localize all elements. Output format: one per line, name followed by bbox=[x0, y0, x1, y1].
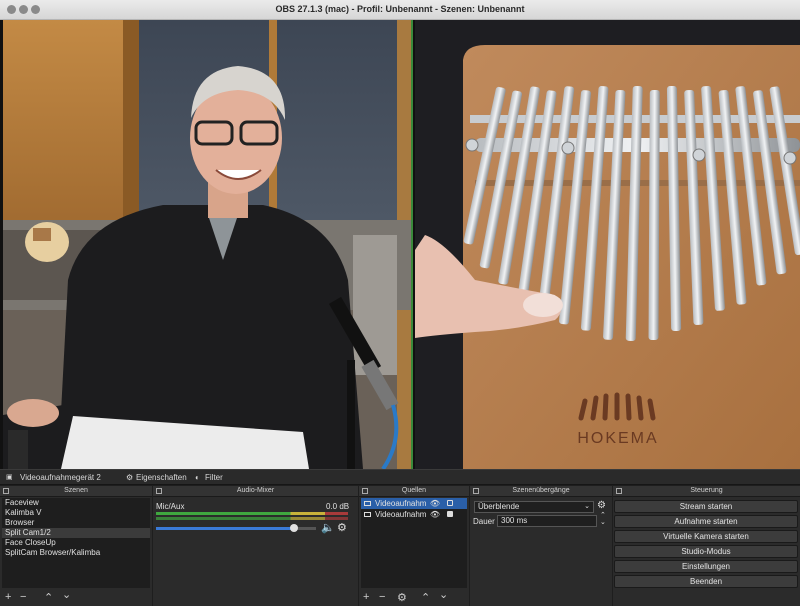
gear-icon[interactable]: ⚙ bbox=[126, 473, 133, 482]
preview-canvas[interactable]: HOKEMA bbox=[0, 20, 800, 469]
duration-field[interactable]: 300 ms bbox=[497, 515, 597, 527]
duration-label: Dauer bbox=[473, 517, 495, 526]
filter-button[interactable]: Filter bbox=[205, 473, 223, 482]
start-stream-button[interactable]: Stream starten bbox=[614, 500, 798, 513]
audio-channel-name: Mic/Aux bbox=[156, 502, 185, 511]
chevron-down-icon: ⌄ bbox=[584, 503, 590, 510]
sources-title: Quellen bbox=[401, 487, 427, 494]
stepper-arrows-icon[interactable]: ⌃ ⌄ bbox=[600, 512, 606, 526]
source-item-label: Videoaufnahm bbox=[375, 499, 427, 508]
scene-item[interactable]: Kalimba V bbox=[2, 508, 150, 518]
hokema-logo-text: HOKEMA bbox=[577, 430, 658, 447]
gear-icon[interactable]: ⚙ bbox=[337, 521, 347, 534]
window-title: OBS 27.1.3 (mac) - Profil: Unbenannt - S… bbox=[275, 4, 525, 14]
scenes-title: Szenen bbox=[64, 487, 88, 494]
source-list: Videoaufnahm 👁 Videoaufnahm 👁 bbox=[361, 498, 467, 588]
audio-level-readout: 0.0 dB bbox=[326, 502, 350, 511]
audio-mixer-header: Audio-Mixer bbox=[153, 486, 358, 497]
scene-item[interactable]: Browser bbox=[2, 518, 150, 528]
scene-item-selected[interactable]: Split Cam1/2 bbox=[2, 528, 150, 538]
source-item-label: Videoaufnahm bbox=[375, 510, 427, 519]
selected-source-name: Videoaufnahmegerät 2 bbox=[20, 473, 101, 482]
studio-mode-button[interactable]: Studio-Modus bbox=[614, 545, 798, 558]
start-recording-button[interactable]: Aufnahme starten bbox=[614, 515, 798, 528]
scenes-header: Szenen bbox=[0, 486, 152, 497]
settings-button[interactable]: Einstellungen bbox=[614, 560, 798, 573]
scenes-dock: Szenen Faceview Kalimba V Browser Split … bbox=[0, 486, 152, 606]
dock-float-icon[interactable] bbox=[473, 488, 479, 494]
remove-source-icon[interactable]: − bbox=[379, 591, 385, 603]
camera-icon: ▣ bbox=[6, 474, 13, 481]
audio-meter-bar bbox=[156, 512, 348, 515]
source-item[interactable]: Videoaufnahm 👁 bbox=[361, 509, 467, 520]
lock-icon[interactable] bbox=[447, 511, 453, 517]
add-scene-icon[interactable]: + bbox=[5, 591, 11, 603]
eye-icon[interactable]: 👁 bbox=[430, 498, 440, 509]
scene-item[interactable]: SplitCam Browser/Kalimba bbox=[2, 548, 150, 558]
audio-meter-bar bbox=[156, 517, 348, 520]
exit-button[interactable]: Beenden bbox=[614, 575, 798, 588]
title-bar: OBS 27.1.3 (mac) - Profil: Unbenannt - S… bbox=[0, 0, 800, 20]
dock-float-icon[interactable] bbox=[616, 488, 622, 494]
gear-icon[interactable]: ⚙ bbox=[597, 500, 606, 511]
properties-button[interactable]: Eigenschaften bbox=[136, 473, 187, 482]
face-cam-image bbox=[3, 20, 411, 469]
sources-header: Quellen bbox=[359, 486, 469, 497]
remove-scene-icon[interactable]: − bbox=[20, 591, 26, 603]
volume-slider-fill bbox=[156, 527, 294, 530]
scene-item[interactable]: Faceview bbox=[2, 498, 150, 508]
camera-icon bbox=[364, 512, 371, 518]
dock-float-icon[interactable] bbox=[3, 488, 9, 494]
gear-icon[interactable]: ⚙ bbox=[397, 591, 407, 604]
eye-icon[interactable]: 👁 bbox=[430, 509, 440, 520]
scenes-footer: + − ⌃ ⌄ bbox=[0, 589, 152, 606]
transitions-header: Szenenübergänge bbox=[470, 486, 612, 497]
audio-mixer-footer bbox=[153, 589, 358, 606]
kalimba-cam-image: HOKEMA bbox=[415, 20, 800, 469]
scene-list: Faceview Kalimba V Browser Split Cam1/2 … bbox=[2, 498, 150, 588]
controls-header: Steuerung bbox=[613, 486, 800, 497]
dock-float-icon[interactable] bbox=[156, 488, 162, 494]
unlock-icon[interactable] bbox=[447, 500, 453, 506]
controls-title: Steuerung bbox=[690, 487, 723, 494]
audio-mixer-title: Audio-Mixer bbox=[236, 487, 275, 494]
move-up-icon[interactable]: ⌃ bbox=[421, 591, 430, 604]
dock-float-icon[interactable] bbox=[362, 488, 368, 494]
transition-select-value: Überblende bbox=[478, 502, 520, 511]
move-down-icon[interactable]: ⌄ bbox=[62, 588, 71, 601]
move-up-icon[interactable]: ⌃ bbox=[44, 591, 53, 604]
sources-footer: + − ⚙ ⌃ ⌄ bbox=[359, 589, 469, 606]
sources-dock: Quellen Videoaufnahm 👁 Videoaufnahm 👁 + … bbox=[359, 486, 469, 606]
duration-value: 300 ms bbox=[501, 516, 528, 525]
add-source-icon[interactable]: + bbox=[363, 591, 369, 603]
transitions-title: Szenenübergänge bbox=[512, 487, 570, 494]
volume-slider-handle[interactable] bbox=[289, 524, 298, 532]
move-down-icon[interactable]: ⌄ bbox=[439, 588, 448, 601]
transition-select[interactable]: Überblende ⌄ bbox=[474, 501, 594, 513]
source-item-selected[interactable]: Videoaufnahm 👁 bbox=[361, 498, 467, 509]
kalimba-tine bbox=[648, 89, 660, 341]
start-virtual-camera-button[interactable]: Virtuelle Kamera starten bbox=[614, 530, 798, 543]
scene-item[interactable]: Face CloseUp bbox=[2, 538, 150, 548]
camera-feed-face bbox=[3, 20, 413, 469]
filter-icon[interactable]: ◐ bbox=[195, 473, 200, 482]
speaker-icon[interactable]: 🔈 bbox=[321, 521, 335, 534]
camera-feed-kalimba: HOKEMA bbox=[415, 20, 800, 469]
source-toolbar: ▣ Videoaufnahmegerät 2 ⚙ Eigenschaften ◐… bbox=[0, 469, 800, 485]
camera-icon bbox=[364, 501, 371, 507]
